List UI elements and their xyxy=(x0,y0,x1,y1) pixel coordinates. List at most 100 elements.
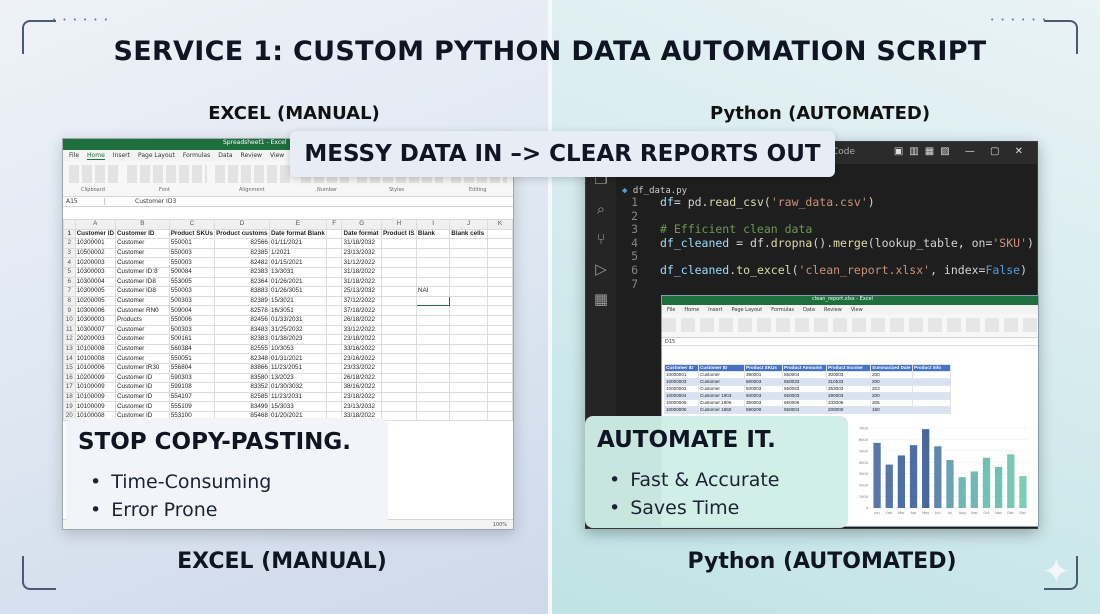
cell[interactable] xyxy=(381,238,417,249)
cell[interactable]: 10000003 xyxy=(664,378,699,386)
cell[interactable]: Customer ID xyxy=(698,364,745,372)
cell[interactable] xyxy=(449,266,488,278)
cell[interactable] xyxy=(415,295,451,307)
cell[interactable] xyxy=(912,406,951,414)
cell[interactable] xyxy=(381,266,417,278)
cell[interactable]: 353003 xyxy=(826,385,871,393)
row-number[interactable]: 16 xyxy=(63,372,76,384)
cell[interactable]: 10/3053 xyxy=(268,343,327,355)
cell[interactable]: 82383 xyxy=(214,334,270,345)
cell[interactable]: Customer ID xyxy=(115,401,170,412)
cell[interactable] xyxy=(912,385,951,393)
row-number[interactable]: 9 xyxy=(63,305,76,316)
cell[interactable]: 23/16/2022 xyxy=(341,353,382,364)
cell[interactable]: Customer xyxy=(698,385,745,393)
cell[interactable]: Customer 1903 xyxy=(698,392,745,400)
cell[interactable]: 233008 xyxy=(826,399,871,407)
cell[interactable] xyxy=(486,410,513,422)
cell[interactable] xyxy=(415,382,451,393)
cell[interactable]: 10000006 xyxy=(664,406,699,414)
cell[interactable]: 37/12/2022 xyxy=(341,295,382,307)
extensions-icon[interactable]: ▦ xyxy=(586,284,616,314)
cell[interactable] xyxy=(449,314,488,326)
cell[interactable]: 25/13/2032 xyxy=(341,286,382,297)
cell[interactable]: 33/16/2022 xyxy=(341,343,382,355)
cell[interactable]: 82364 xyxy=(214,276,270,288)
window-controls[interactable]: ▣▥▦▨ — ▢ ✕ xyxy=(894,146,1029,157)
mini-menu-item[interactable]: View xyxy=(851,307,863,313)
cell[interactable] xyxy=(415,391,451,403)
cell[interactable] xyxy=(449,324,488,336)
row-number[interactable]: 12 xyxy=(63,334,76,345)
cell[interactable] xyxy=(449,247,488,259)
menu-file[interactable]: File xyxy=(69,152,79,159)
cell[interactable]: 26/18/2022 xyxy=(341,372,382,384)
cell[interactable] xyxy=(325,247,343,259)
cell[interactable]: Customer 1860 xyxy=(698,406,745,414)
cell[interactable]: 10300003 xyxy=(74,314,117,326)
cell[interactable] xyxy=(449,334,488,345)
cell[interactable] xyxy=(381,353,417,364)
column-header[interactable]: A xyxy=(74,219,117,230)
cell[interactable] xyxy=(325,257,343,268)
cell[interactable]: Customer ID xyxy=(664,364,699,372)
column-header[interactable]: E xyxy=(268,219,327,230)
cell[interactable] xyxy=(912,392,951,400)
cell[interactable]: 550051 xyxy=(168,353,216,364)
cell[interactable]: 550003 xyxy=(168,247,216,259)
cell[interactable]: Customer ID xyxy=(115,228,170,240)
cell[interactable]: 500303 xyxy=(168,324,216,336)
cell[interactable] xyxy=(325,343,343,355)
menu-home[interactable]: Home xyxy=(87,152,105,160)
cell[interactable]: 82555 xyxy=(214,343,270,355)
cell[interactable]: Product customs xyxy=(214,228,270,240)
source-control-icon[interactable]: ⑂ xyxy=(586,224,616,254)
cell[interactable]: 500003 xyxy=(744,385,783,393)
cell[interactable]: 13/2023 xyxy=(268,372,327,384)
cell[interactable]: Customer ID xyxy=(115,391,170,403)
name-box[interactable]: A15 xyxy=(63,198,105,205)
cell[interactable] xyxy=(415,238,451,249)
cell[interactable] xyxy=(486,372,513,384)
cell[interactable] xyxy=(449,410,488,422)
spreadsheet-grid[interactable]: ABCDEFGHIJK 1 Customer ID Customer ID Produ… xyxy=(63,219,513,422)
code-line[interactable]: 6 df_cleaned.to_excel('clean_report.xlsx'… xyxy=(626,263,1036,278)
menu-insert[interactable]: Insert xyxy=(113,152,130,159)
cell[interactable] xyxy=(381,286,417,297)
cell[interactable]: 10000004 xyxy=(664,392,699,400)
mini-menu-item[interactable]: Page Layout xyxy=(731,307,762,313)
cell[interactable]: 10000005 xyxy=(664,399,699,407)
cell[interactable]: 200000 xyxy=(826,406,871,414)
cell[interactable]: Customer ID xyxy=(74,228,117,240)
row-number[interactable]: 19 xyxy=(63,401,76,412)
cell[interactable]: 550004 xyxy=(782,371,827,379)
row-number[interactable]: 7 xyxy=(63,286,76,297)
cell[interactable]: Customer xyxy=(115,295,170,307)
cell[interactable]: 200 xyxy=(870,392,913,400)
cell[interactable] xyxy=(381,391,417,403)
cell[interactable]: 205 xyxy=(870,399,913,407)
cell[interactable]: 16/3051 xyxy=(268,305,327,316)
cell[interactable]: Blank xyxy=(415,228,451,240)
cell[interactable] xyxy=(449,286,488,297)
cell[interactable]: 10100009 xyxy=(74,382,117,393)
cell[interactable]: Customer xyxy=(115,343,170,355)
cell[interactable] xyxy=(325,372,343,384)
cell[interactable] xyxy=(325,305,343,316)
cell[interactable]: 300003 xyxy=(826,371,871,379)
ribbon-font-tools[interactable] xyxy=(127,165,207,183)
cell[interactable]: 01/15/2021 xyxy=(268,257,327,268)
cell[interactable]: 10100009 xyxy=(74,391,117,403)
cell[interactable]: Product Amounts xyxy=(782,364,827,372)
cell[interactable] xyxy=(486,286,513,297)
cell[interactable]: 10300001 xyxy=(74,238,117,249)
cell[interactable] xyxy=(912,371,951,379)
formula-bar[interactable]: A15 Customer ID3 xyxy=(63,197,513,207)
cell[interactable] xyxy=(325,401,343,412)
cell[interactable]: 01/31/2021 xyxy=(268,353,327,364)
cell[interactable] xyxy=(415,334,451,345)
row-number[interactable]: 13 xyxy=(63,343,76,355)
cell[interactable]: 10200009 xyxy=(74,372,117,384)
cell[interactable]: 23/18/2022 xyxy=(341,334,382,345)
cell[interactable]: 380001 xyxy=(744,371,783,379)
